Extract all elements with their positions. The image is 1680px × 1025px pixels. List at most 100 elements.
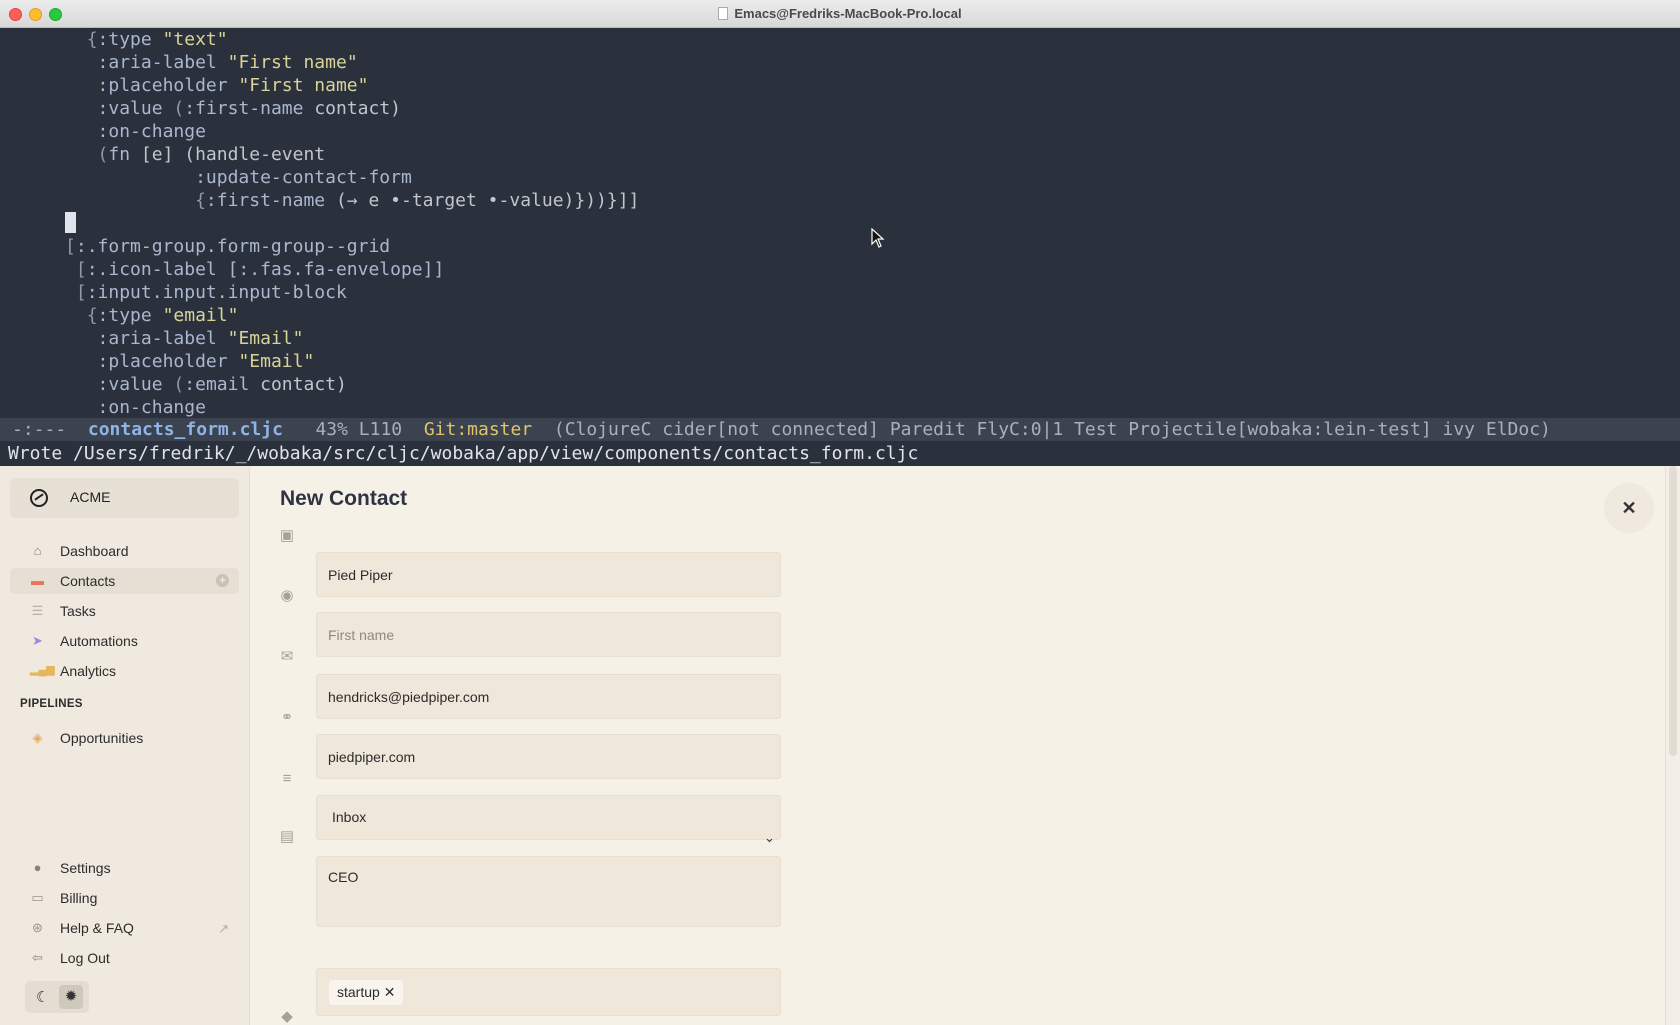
modeline-prefix: -:--- [12,419,88,440]
main-panel: New Contact ✕ ▣ ◉ ✉ ⚭ ≡ Inbox ⌄ ▤ CEO ◆ … [250,466,1680,1025]
paper-plane-icon: ➤ [32,633,43,648]
modeline-git-branch: Git:master [423,419,533,440]
first-name-field[interactable] [316,612,781,657]
text-cursor [65,212,77,233]
code-line: {:first-name (→ e •-target •-value)}))}]… [0,189,639,212]
sun-icon[interactable]: ✹ [59,985,83,1009]
code-line [0,212,77,235]
tag-chip[interactable]: startup ✕ [329,980,404,1005]
code-token: [e] (handle-event [130,144,326,165]
code-token: :type [97,305,152,326]
sidebar-item-tasks[interactable]: ☰ Tasks [10,598,239,624]
code-token: "Email" [238,351,315,372]
contacts-icon: ▬ [31,573,44,588]
sidebar-item-label: Analytics [60,663,117,679]
website-field[interactable] [316,734,781,779]
scrollbar-thumb[interactable] [1669,466,1677,756]
sidebar-item-automations[interactable]: ➤ Automations [10,628,239,654]
credit-card-icon: ▭ [31,890,44,905]
code-buffer[interactable]: {:type "text" :aria-label "First name" :… [0,28,1680,418]
list-icon: ≡ [282,770,292,787]
app-window: ACME ⌂ Dashboard ▬ Contacts + ☰ Tasks ➤ … [0,466,1680,1025]
modeline-position: 43% L110 [282,419,424,440]
modeline-filename: contacts_form.cljc [87,419,283,440]
sidebar-item-contacts[interactable]: ▬ Contacts + [10,568,239,594]
code-token: :.icon-label [:.fas.fa-envelope]] [86,259,445,280]
sidebar-item-dashboard[interactable]: ⌂ Dashboard [10,538,239,564]
code-line: [:.form-group.form-group--grid [0,235,390,258]
code-token: ( [162,374,185,395]
envelope-icon: ✉ [280,648,294,665]
chart-icon: ▂▄▆ [30,664,55,676]
theme-toggle[interactable]: ☾ ✹ [25,981,89,1013]
code-token: :aria-label [97,328,217,349]
sidebar-item-label: Billing [60,890,98,906]
code-token: :value [97,98,163,119]
close-button[interactable]: ✕ [1604,483,1654,533]
tasks-icon: ☰ [31,603,44,618]
code-token: ( [162,98,185,119]
code-token: :value [97,374,163,395]
mouse-pointer-icon [871,228,885,248]
code-line: :on-change [0,120,206,143]
code-line: :value (:first-name contact) [0,97,401,120]
tags-input[interactable]: startup ✕ [316,968,781,1016]
moon-icon[interactable]: ☾ [36,988,49,1006]
sidebar-item-label: Tasks [60,603,96,619]
list-select-value: Inbox [332,809,367,825]
code-line: {:type "email" [0,304,239,327]
sidebar-item-opportunities[interactable]: ◈ Opportunities [10,725,239,751]
code-token: ( [0,144,109,165]
window-title: Emacs@Fredriks-MacBook-Pro.local [0,6,1680,21]
code-token: "First name" [238,75,369,96]
sidebar-item-analytics[interactable]: ▂▄▆ Analytics [10,658,239,684]
emacs-window: Emacs@Fredriks-MacBook-Pro.local {:type … [0,0,1680,466]
code-token: :on-change [97,397,206,418]
code-line: :update-contact-form [0,166,412,189]
sidebar-item-help[interactable]: ⊛ Help & FAQ ↗ [10,915,239,941]
brand-switcher[interactable]: ACME [10,478,239,518]
code-token: :input.input.input-block [86,282,347,303]
code-line: [:input.input.input-block [0,281,347,304]
add-contact-icon[interactable]: + [216,574,229,587]
briefcase-icon: ▣ [279,527,295,544]
code-line: (fn [e] (handle-event [0,143,326,166]
brand-logo-icon [30,489,48,507]
code-token: { [0,29,98,50]
code-token: :on-change [97,121,206,142]
code-line: :aria-label "First name" [0,51,358,74]
mode-line: -:--- contacts_form.cljc 43% L110 Git:ma… [0,418,1680,441]
code-token: [ [0,259,87,280]
document-icon [718,7,729,20]
sidebar-item-billing[interactable]: ▭ Billing [10,885,239,911]
list-select[interactable]: Inbox [316,795,781,840]
pipelines-heading: PIPELINES [20,698,83,710]
company-field[interactable] [316,552,781,597]
layers-icon: ◈ [32,730,43,745]
code-token: [ [0,282,87,303]
link-icon: ⚭ [280,709,294,726]
page-title: New Contact [280,487,408,510]
sidebar-item-logout[interactable]: ⇦ Log Out [10,945,239,971]
brand-name: ACME [70,489,111,505]
email-field[interactable] [316,674,781,719]
code-line: :value (:email contact) [0,373,347,396]
job-title-field[interactable]: CEO [316,856,781,927]
code-line: :on-change [0,396,206,418]
window-title-text: Emacs@Fredriks-MacBook-Pro.local [734,6,962,21]
code-token: :first-name [205,190,326,211]
sidebar-item-settings[interactable]: ● Settings [10,855,239,881]
scrollbar[interactable] [1665,466,1680,1025]
clipboard-icon: ▤ [279,828,295,845]
code-token: :.form-group.form-group--grid [75,236,391,257]
